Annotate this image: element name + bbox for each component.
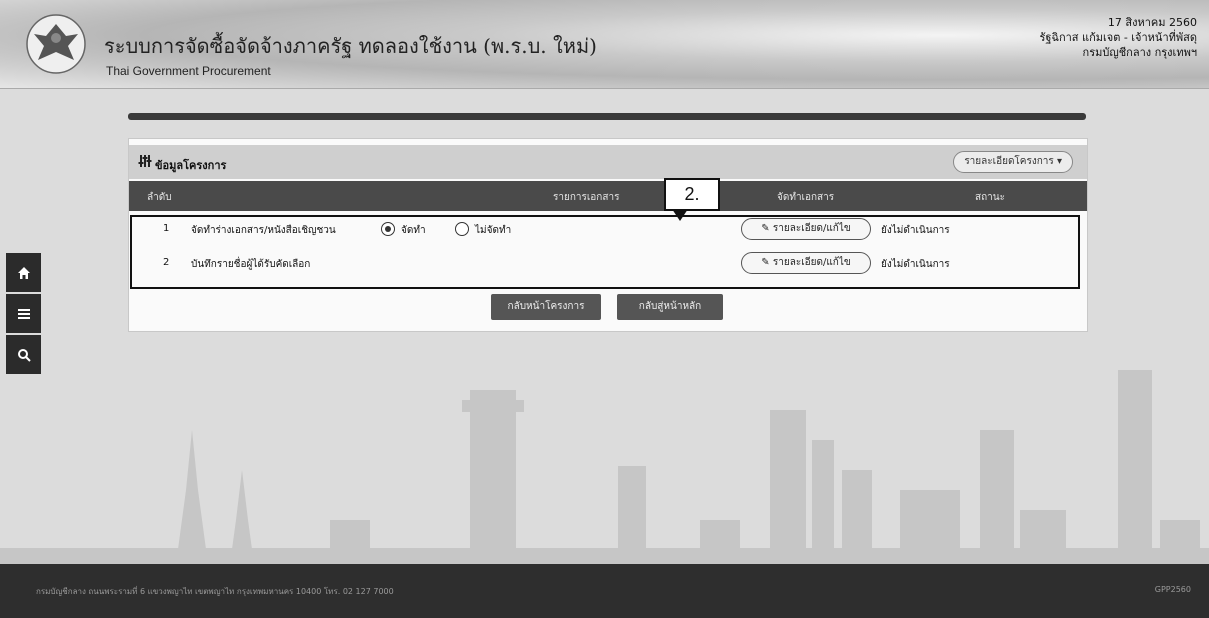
annotation-callout: 2. xyxy=(664,178,720,211)
page-footer: กรมบัญชีกลาง ถนนพระรามที่ 6 แขวงพญาไท เข… xyxy=(0,564,1209,618)
home-button[interactable] xyxy=(6,253,41,292)
garuda-logo xyxy=(26,14,86,74)
user-info: 17 สิงหาคม 2560 รัฐฉิกาส แก้มเจต - เจ้าห… xyxy=(1039,15,1197,60)
table-header: ลำดับ รายการเอกสาร จัดทำเอกสาร สถานะ xyxy=(129,181,1087,211)
annotation-callout-tail xyxy=(672,209,688,221)
back-to-home-button[interactable]: กลับสู่หน้าหลัก xyxy=(617,294,723,320)
panel-header: ข้อมูลโครงการ รายละเอียดโครงการ ▾ xyxy=(129,145,1087,179)
city-skyline-decoration xyxy=(0,370,1209,564)
project-detail-button[interactable]: รายละเอียดโครงการ ▾ xyxy=(953,151,1073,173)
user-department: กรมบัญชีกลาง กรุงเทพฯ xyxy=(1082,46,1197,59)
home-icon xyxy=(17,266,30,279)
current-date: 17 สิงหาคม 2560 xyxy=(1107,16,1197,29)
app-title: ระบบการจัดซื้อจัดจ้างภาครัฐ ทดลองใช้งาน … xyxy=(104,34,597,58)
annotation-highlight-box xyxy=(130,215,1080,289)
menu-icon xyxy=(17,308,30,319)
sliders-icon xyxy=(138,155,152,167)
user-name[interactable]: รัฐฉิกาส แก้มเจต - เจ้าหน้าที่พัสดุ xyxy=(1039,30,1197,45)
col-no: ลำดับ xyxy=(147,192,172,203)
col-action: จัดทำเอกสาร xyxy=(777,192,835,203)
menu-button[interactable] xyxy=(6,294,41,333)
side-rail xyxy=(6,253,41,376)
panel-title: ข้อมูลโครงการ xyxy=(155,159,227,172)
panel-top-bar xyxy=(128,113,1086,120)
back-to-project-button[interactable]: กลับหน้าโครงการ xyxy=(491,294,601,320)
footer-version: GPP2560 xyxy=(1154,585,1191,594)
col-document: รายการเอกสาร xyxy=(553,192,620,203)
search-icon xyxy=(17,348,31,362)
col-status: สถานะ xyxy=(975,192,1005,203)
footer-address: กรมบัญชีกลาง ถนนพระรามที่ 6 แขวงพญาไท เข… xyxy=(36,587,394,596)
app-header: ระบบการจัดซื้อจัดจ้างภาครัฐ ทดลองใช้งาน … xyxy=(0,0,1209,89)
search-button[interactable] xyxy=(6,335,41,374)
app-subtitle: Thai Government Procurement xyxy=(106,64,271,78)
